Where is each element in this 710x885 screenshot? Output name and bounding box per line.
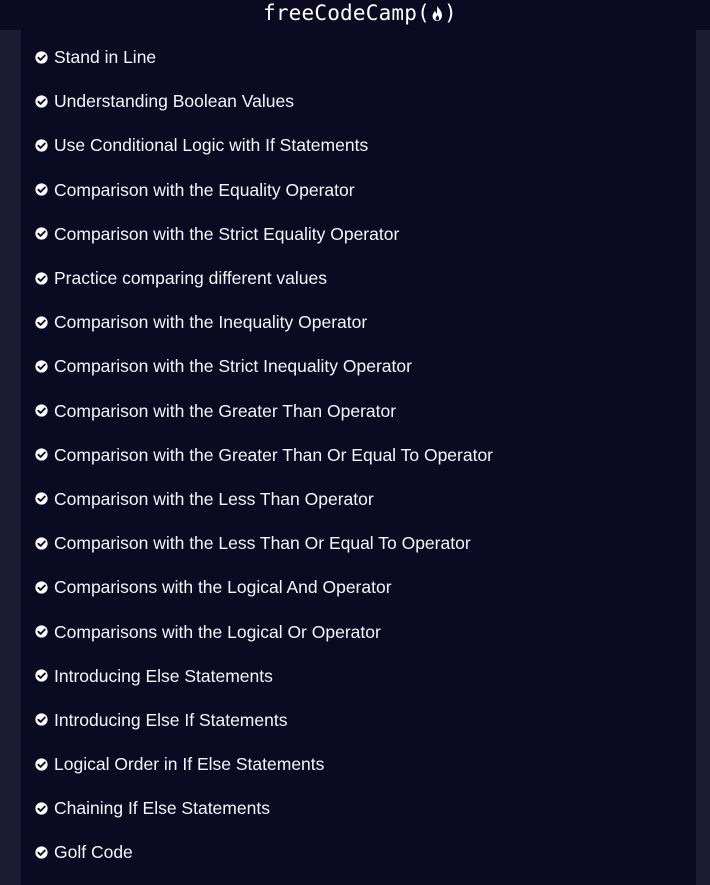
challenge-list-item[interactable]: Understanding Boolean Values (21, 79, 696, 123)
challenge-list: Stand in Line Understanding Boolean Value… (21, 35, 696, 875)
challenge-list-item[interactable]: Comparison with the Greater Than Or Equa… (21, 433, 696, 477)
check-circle-icon (35, 757, 48, 771)
top-nav-bar: freeCodeCamp ( ) (0, 0, 710, 30)
flame-icon (431, 5, 444, 22)
challenge-title: Comparisons with the Logical Or Operator (54, 621, 381, 642)
brand-paren-close: ) (443, 1, 457, 25)
challenge-title: Logical Order in If Else Statements (54, 754, 325, 775)
challenge-title: Practice comparing different values (54, 268, 328, 289)
challenge-list-item[interactable]: Use Conditional Logic with If Statements (21, 123, 696, 167)
challenge-list-item[interactable]: Logical Order in If Else Statements (21, 742, 696, 786)
challenge-title: Introducing Else If Statements (54, 709, 288, 730)
check-circle-icon (35, 50, 48, 64)
challenge-list-item[interactable]: Introducing Else Statements (21, 654, 696, 698)
brand-text: freeCodeCamp (263, 1, 418, 25)
challenge-list-item[interactable]: Comparison with the Inequality Operator (21, 300, 696, 344)
check-circle-icon (35, 537, 48, 550)
challenge-list-item[interactable]: Comparison with the Strict Inequality Op… (21, 344, 696, 388)
challenge-title: Use Conditional Logic with If Statements (54, 135, 369, 156)
check-circle-icon (35, 713, 48, 727)
challenge-title: Comparison with the Greater Than Operato… (54, 400, 397, 421)
check-circle-icon (35, 95, 48, 108)
challenge-list-item[interactable]: Comparison with the Equality Operator (21, 168, 696, 212)
brand-paren-open: ( (417, 1, 430, 25)
challenge-list-item[interactable]: Comparison with the Greater Than Operato… (21, 389, 696, 433)
challenge-list-item[interactable]: Comparisons with the Logical Or Operator (21, 609, 696, 653)
check-circle-icon (35, 802, 48, 815)
check-circle-icon (35, 846, 48, 859)
challenge-title: Introducing Else Statements (54, 665, 273, 686)
challenge-title: Comparisons with the Logical And Operato… (54, 577, 392, 598)
check-circle-icon (35, 139, 48, 152)
check-circle-icon (35, 183, 48, 196)
challenge-list-item[interactable]: Stand in Line (21, 35, 696, 79)
challenge-list-item[interactable]: Introducing Else If Statements (21, 698, 696, 742)
check-circle-icon (35, 404, 48, 417)
challenge-title: Chaining If Else Statements (54, 798, 270, 819)
challenge-title: Comparison with the Equality Operator (54, 179, 355, 200)
challenge-title: Comparison with the Inequality Operator (54, 312, 368, 333)
check-circle-icon (35, 360, 48, 373)
check-circle-icon (35, 316, 48, 329)
check-circle-icon (35, 669, 48, 682)
check-circle-icon (35, 581, 48, 594)
freecodecamp-logo[interactable]: freeCodeCamp ( ) (263, 0, 457, 26)
check-circle-icon (35, 271, 48, 285)
challenge-title: Stand in Line (54, 47, 157, 68)
challenge-list-item[interactable]: Golf Code (21, 830, 696, 874)
challenge-list-item[interactable]: Comparison with the Less Than Or Equal T… (21, 521, 696, 565)
check-circle-icon (35, 227, 48, 240)
challenge-list-item[interactable]: Comparisons with the Logical And Operato… (21, 565, 696, 609)
challenge-panel: Stand in Line Understanding Boolean Value… (21, 30, 696, 885)
challenge-title: Comparison with the Less Than Or Equal T… (54, 533, 471, 554)
check-circle-icon (35, 448, 48, 461)
challenge-title: Comparison with the Greater Than Or Equa… (54, 444, 494, 465)
challenge-list-item[interactable]: Chaining If Else Statements (21, 786, 696, 830)
challenge-title: Understanding Boolean Values (54, 91, 294, 112)
challenge-list-item[interactable]: Comparison with the Strict Equality Oper… (21, 212, 696, 256)
challenge-title: Comparison with the Less Than Operator (54, 488, 374, 509)
challenge-title: Comparison with the Strict Inequality Op… (54, 356, 412, 377)
challenge-title: Comparison with the Strict Equality Oper… (54, 223, 400, 244)
challenge-list-item[interactable]: Comparison with the Less Than Operator (21, 477, 696, 521)
challenge-list-item[interactable]: Practice comparing different values (21, 256, 696, 300)
check-circle-icon (35, 492, 48, 506)
check-circle-icon (35, 625, 48, 638)
challenge-title: Golf Code (54, 842, 133, 863)
